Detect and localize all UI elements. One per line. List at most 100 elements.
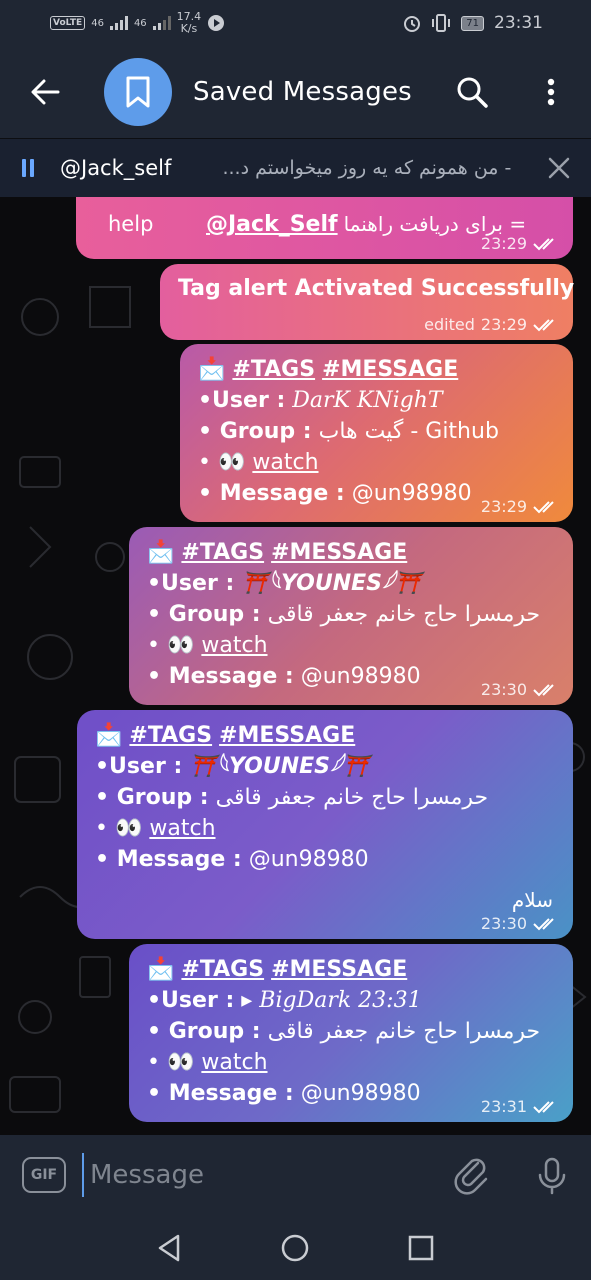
group-value: حرمسرا حاج خانم جعفر قاقی — [267, 602, 541, 627]
watch-link[interactable]: watch — [149, 816, 215, 841]
envelope-icon: 📩 — [147, 540, 175, 565]
nav-recents-icon[interactable] — [404, 1231, 438, 1265]
message-bubble-3[interactable]: 📩 #TAGS #MESSAGE •User : DarK KNighT • G… — [180, 344, 573, 522]
double-check-icon — [533, 917, 554, 930]
volte-indicator: VoLTE — [50, 16, 86, 30]
more-vert-icon — [547, 78, 555, 106]
user-value: ⛩️𓆩YOUNES𓆪⛩️ — [189, 754, 370, 779]
search-icon — [457, 77, 488, 108]
user-label: •User : — [147, 571, 235, 596]
message-meta: 23:30 — [481, 914, 561, 933]
play-icon — [208, 15, 225, 31]
message-time: 23:29 — [480, 497, 527, 516]
message-hashtag[interactable]: #MESSAGE — [219, 723, 355, 748]
message-label: • Message : — [95, 847, 242, 872]
mic-icon[interactable] — [530, 1153, 574, 1197]
chat-area[interactable]: help @Jack_Self = برای دریافت راهنما 23:… — [0, 197, 591, 1135]
signal-icon — [109, 16, 128, 30]
back-arrow-icon — [31, 79, 60, 105]
attach-icon[interactable] — [450, 1153, 494, 1197]
system-nav-bar — [0, 1215, 591, 1280]
user-label: •User : — [198, 388, 286, 413]
envelope-icon: 📩 — [198, 357, 226, 382]
message-label: • Message : — [147, 1081, 294, 1106]
message-time: 23:29 — [480, 315, 527, 334]
message-value: @un98980 — [300, 664, 421, 689]
message-time: 23:31 — [480, 1097, 527, 1116]
message-time: 23:30 — [480, 680, 527, 699]
jack-self-link[interactable]: @Jack_Self — [206, 209, 338, 240]
page-title[interactable]: Saved Messages — [193, 77, 412, 107]
user-value: DarK KNighT — [292, 388, 443, 413]
user-label: •User : — [147, 988, 235, 1013]
nav-back-icon[interactable] — [152, 1231, 186, 1265]
network-speed: 17.4 K/s — [176, 10, 202, 35]
message-bubble-4[interactable]: 📩 #TAGS #MESSAGE •User : ⛩️𓆩YOUNES𓆪⛩️ • … — [129, 527, 573, 705]
double-check-icon — [533, 237, 554, 250]
watch-link[interactable]: watch — [252, 450, 318, 475]
close-icon[interactable] — [546, 155, 572, 181]
alarm-icon — [404, 16, 421, 32]
nav-home-icon[interactable] — [278, 1231, 312, 1265]
message-text: Tag alert Activated Successfully — [178, 276, 575, 301]
group-label: • Group : — [95, 785, 209, 810]
tags-hashtag[interactable]: #TAGS — [181, 540, 264, 565]
group-value: گیت هاب - Github — [318, 419, 499, 444]
signal-1: 46 — [91, 17, 104, 29]
message-meta: 23:30 — [481, 680, 561, 699]
message-value: @un98980 — [248, 847, 369, 872]
user-label: •User : — [95, 754, 183, 779]
message-meta: 23:29 — [481, 234, 561, 253]
group-label: • Group : — [147, 602, 261, 627]
gif-button[interactable]: GIF — [22, 1157, 66, 1193]
message-hashtag[interactable]: #MESSAGE — [322, 357, 458, 382]
clock: 23:31 — [494, 13, 543, 33]
signal-2: 46 — [133, 17, 147, 29]
pinned-message-bar[interactable]: @Jack_self - من همونم که یه روز میخواستم… — [0, 139, 591, 197]
message-extra-text: سلام — [511, 888, 553, 912]
message-value: @un98980 — [351, 481, 472, 506]
avatar[interactable] — [104, 58, 172, 126]
user-value: ⛩️𓆩YOUNES𓆪⛩️ — [241, 571, 422, 596]
watch-prefix: • 👀 — [147, 633, 195, 658]
watch-link[interactable]: watch — [201, 1050, 267, 1075]
message-meta: 23:29 — [481, 497, 561, 516]
message-bubble-6[interactable]: 📩 #TAGS #MESSAGE •User : ▸ BigDark 23:31… — [129, 944, 573, 1122]
pinned-sender: @Jack_self — [60, 156, 172, 180]
group-label: • Group : — [198, 419, 312, 444]
search-button[interactable] — [448, 70, 496, 114]
message-bubble-1[interactable]: help @Jack_Self = برای دریافت راهنما 23:… — [76, 197, 573, 259]
back-button[interactable] — [0, 46, 90, 138]
message-bubble-5[interactable]: 📩 #TAGS #MESSAGE •User : ⛩️𓆩YOUNES𓆪⛩️ • … — [77, 710, 573, 939]
message-input[interactable] — [82, 1153, 422, 1197]
message-meta: 23:31 — [481, 1097, 561, 1116]
group-value: حرمسرا حاج خانم جعفر قاقی — [267, 1019, 541, 1044]
message-time: 23:29 — [480, 234, 527, 253]
double-check-icon — [533, 1100, 554, 1113]
message-value: @un98980 — [300, 1081, 421, 1106]
double-check-icon — [533, 500, 554, 513]
signal-icon-2 — [152, 16, 171, 30]
group-value: حرمسرا حاج خانم جعفر قاقی — [215, 785, 489, 810]
status-bar: VoLTE 46 46 17.4 K/s 71 23:31 — [0, 0, 591, 46]
watch-prefix: • 👀 — [147, 1050, 195, 1075]
watch-link[interactable]: watch — [201, 633, 267, 658]
watch-prefix: • 👀 — [95, 816, 143, 841]
edited-label: edited — [424, 315, 475, 334]
message-time: 23:30 — [480, 914, 527, 933]
watch-prefix: • 👀 — [198, 450, 246, 475]
envelope-icon: 📩 — [95, 723, 123, 748]
double-check-icon — [533, 683, 554, 696]
message-hashtag[interactable]: #MESSAGE — [271, 540, 407, 565]
more-options-button[interactable] — [528, 70, 574, 114]
message-hashtag[interactable]: #MESSAGE — [271, 957, 407, 982]
message-label: • Message : — [147, 664, 294, 689]
tags-hashtag[interactable]: #TAGS — [181, 957, 264, 982]
user-value: ▸ BigDark 23:31 — [241, 988, 422, 1013]
bookmark-icon — [126, 76, 150, 108]
message-bubble-2[interactable]: Tag alert Activated Successfully edited … — [160, 264, 575, 340]
group-label: • Group : — [147, 1019, 261, 1044]
message-help-text: help — [108, 212, 154, 236]
tags-hashtag[interactable]: #TAGS — [232, 357, 315, 382]
tags-hashtag[interactable]: #TAGS — [129, 723, 212, 748]
